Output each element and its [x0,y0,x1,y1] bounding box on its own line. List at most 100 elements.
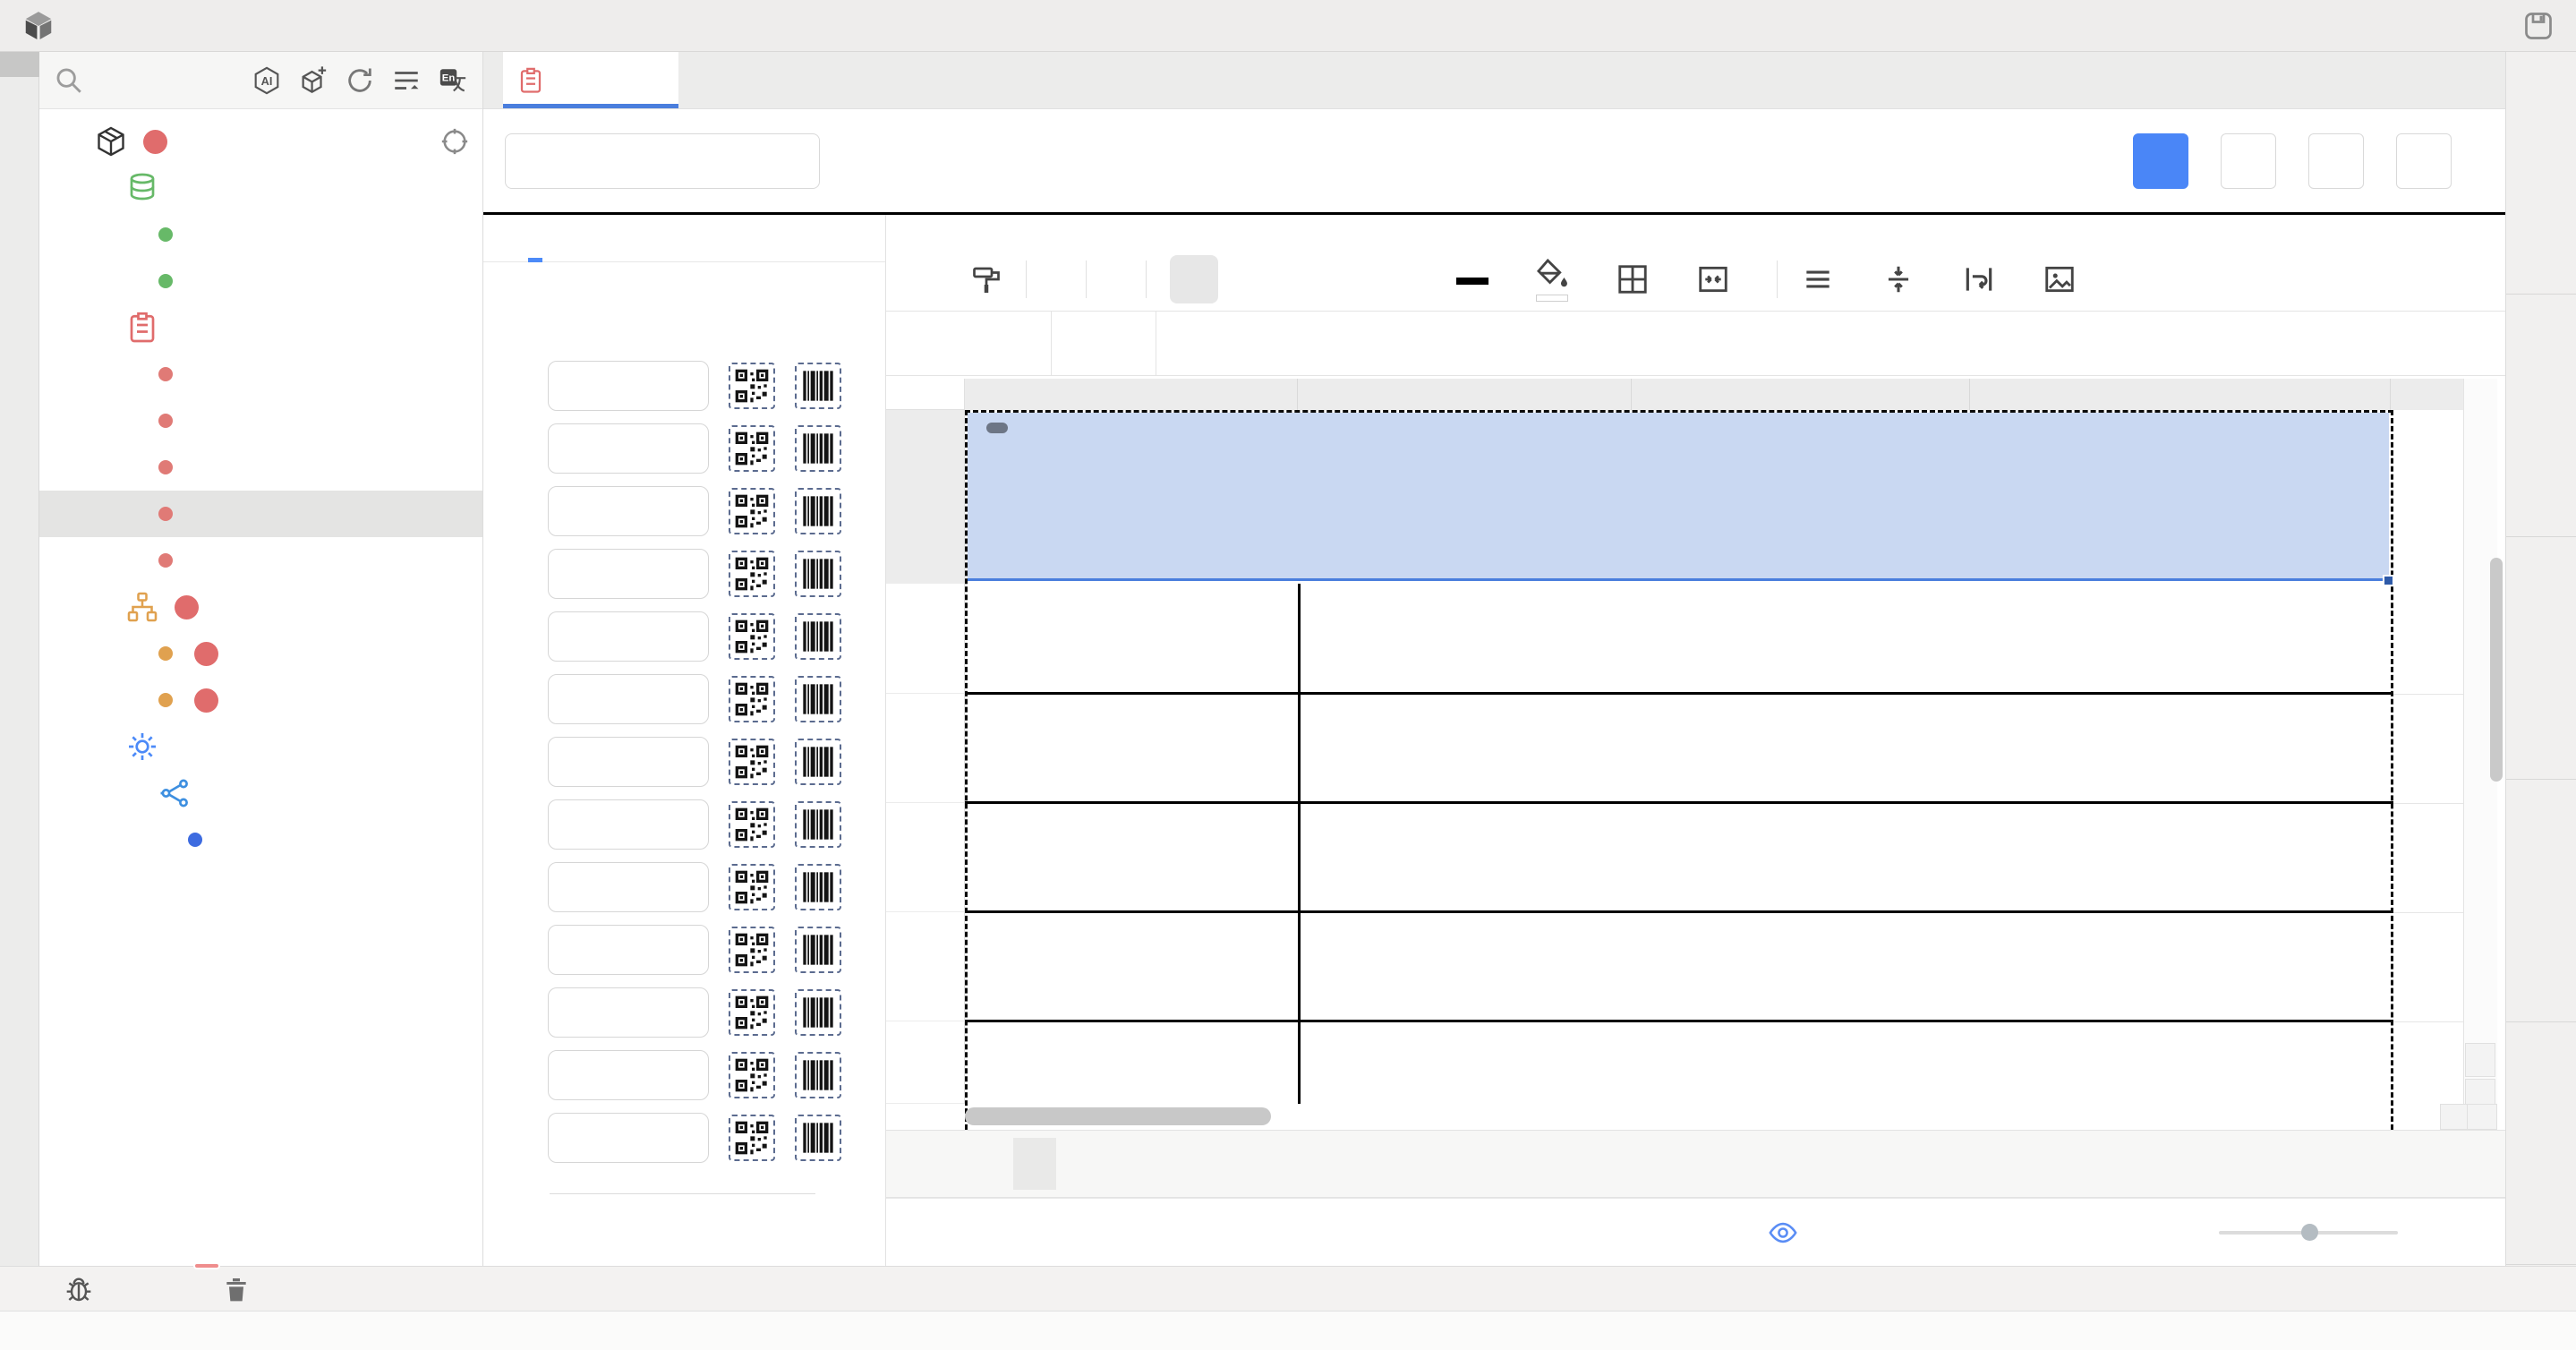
scroll-up-icon[interactable] [2465,1043,2495,1077]
column-header[interactable] [2391,379,2463,410]
rail-tab-offline-resources[interactable] [2506,295,2576,537]
borders-icon[interactable] [1616,262,1650,296]
barcode-icon[interactable] [795,927,841,973]
row-header[interactable] [886,803,965,912]
selection-handle[interactable] [2383,575,2394,586]
horizontal-scrollbar-thumb[interactable] [965,1107,1271,1125]
qr-code-icon[interactable] [729,363,775,409]
underline-button[interactable] [1385,255,1433,303]
barcode-icon[interactable] [795,801,841,848]
row-header[interactable] [886,410,965,584]
qr-code-icon[interactable] [729,551,775,597]
tab-test-print-1[interactable] [503,52,678,108]
font-color-button[interactable] [1456,274,1488,285]
save-all-icon[interactable] [2522,10,2555,42]
rail-tab-datasource[interactable] [2506,52,2576,295]
field-button[interactable] [548,549,709,599]
new-resource-icon[interactable] [298,65,328,96]
bold-button[interactable] [1170,255,1218,303]
barcode-icon[interactable] [795,739,841,785]
insert-image-icon[interactable] [2043,262,2077,296]
barcode-icon[interactable] [795,1115,841,1161]
tree-item[interactable] [39,211,482,258]
field-button[interactable] [548,611,709,662]
barcode-icon[interactable] [795,551,841,597]
field-button[interactable] [548,799,709,850]
grid-corner-cell[interactable] [886,379,965,410]
barcode-icon[interactable] [795,425,841,472]
qr-code-icon[interactable] [729,613,775,660]
qr-code-icon[interactable] [729,488,775,534]
column-header[interactable] [1970,379,2391,410]
rail-tab-resources[interactable] [0,52,39,77]
tree-item[interactable] [39,816,482,863]
rail-tab-thirdparty-services[interactable] [2506,537,2576,780]
qr-code-icon[interactable] [729,676,775,722]
cell-label[interactable] [965,803,1298,912]
barcode-icon[interactable] [795,1052,841,1098]
tree-item[interactable] [39,677,482,723]
cell-label[interactable] [965,912,1298,1021]
barcode-icon[interactable] [795,363,841,409]
formula-input[interactable] [1156,312,2505,375]
tree-item-pages-group[interactable] [39,304,482,351]
cell-value[interactable] [1298,912,2391,1021]
italic-button[interactable] [1241,255,1290,303]
field-button[interactable] [548,987,709,1038]
translate-icon[interactable] [438,65,468,96]
cell-value[interactable] [1298,584,2391,694]
row-header[interactable] [886,1021,965,1104]
cell-label[interactable] [965,584,1298,694]
barcode-icon[interactable] [795,613,841,660]
strikethrough-button[interactable] [1313,255,1361,303]
cell-value[interactable] [1298,803,2391,912]
field-button[interactable] [548,925,709,975]
column-header[interactable] [965,379,1298,410]
vertical-align-icon[interactable] [1881,262,1915,296]
preview-button[interactable] [2396,133,2452,189]
tree-item-selected[interactable] [39,491,482,537]
save-button[interactable] [2133,133,2188,189]
spreadsheet-grid[interactable] [886,376,2497,1130]
row-header[interactable] [886,912,965,1021]
qr-code-icon[interactable] [729,425,775,472]
tree-item[interactable] [39,258,482,304]
qr-code-icon[interactable] [729,1115,775,1161]
field-button[interactable] [548,737,709,787]
set-footer-button[interactable] [2308,133,2364,189]
field-button[interactable] [548,862,709,912]
sort-list-icon[interactable] [391,65,422,96]
qr-code-icon[interactable] [729,739,775,785]
horizontal-align-icon[interactable] [1801,262,1835,296]
column-header[interactable] [1298,379,1632,410]
cell-reference-select[interactable] [886,312,1052,375]
qr-code-icon[interactable] [729,864,775,910]
text-wrap-icon[interactable] [1962,262,1996,296]
tree-item-services-group[interactable] [39,723,482,770]
tree-item-flows-group[interactable] [39,584,482,630]
scroll-right-icon[interactable] [2467,1104,2497,1130]
merge-cells-icon[interactable] [1696,262,1730,296]
template-name-input[interactable] [505,133,820,189]
format-painter-icon[interactable] [970,263,1002,295]
tree-item[interactable] [39,351,482,397]
field-button[interactable] [548,1050,709,1100]
barcode-icon[interactable] [795,989,841,1036]
row-header[interactable] [886,584,965,694]
zoom-slider-handle[interactable] [2301,1224,2318,1241]
qr-code-icon[interactable] [729,801,775,848]
tree-item[interactable] [39,630,482,677]
qr-code-icon[interactable] [729,1052,775,1098]
cell-value[interactable] [1298,1021,2391,1104]
barcode-icon[interactable] [795,676,841,722]
tree-item-project[interactable] [39,118,482,165]
merged-title-cell[interactable] [968,413,2389,581]
row-header[interactable] [886,694,965,803]
tree-item[interactable] [39,537,482,584]
field-button[interactable] [548,486,709,536]
cell-value[interactable] [1298,694,2391,803]
locate-icon[interactable] [439,126,470,157]
recycle-bin-button[interactable] [222,1275,261,1303]
column-header[interactable] [1632,379,1970,410]
field-button[interactable] [548,361,709,411]
